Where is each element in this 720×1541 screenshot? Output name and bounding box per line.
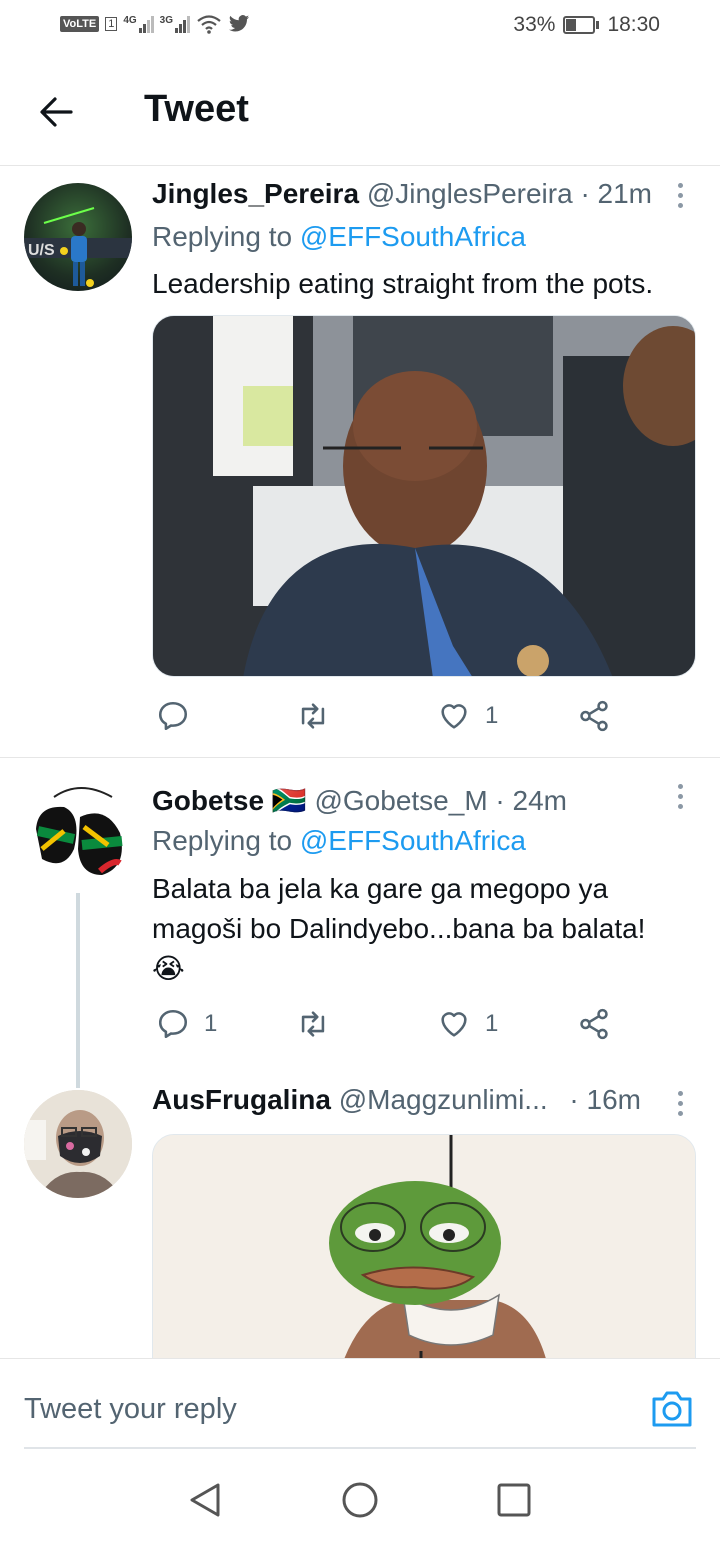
replying-to: Replying to @EFFSouthAfrica <box>152 221 526 252</box>
replying-handle-link[interactable]: @EFFSouthAfrica <box>300 221 526 252</box>
tweet-time: · 16m <box>569 1087 641 1115</box>
reply-button[interactable] <box>156 696 204 736</box>
status-bar: VoLTE 1 4G 3G 33% 18:30 <box>0 0 720 56</box>
nav-recents-button[interactable] <box>494 1480 534 1520</box>
like-count: 1 <box>485 1010 499 1037</box>
reply-button[interactable]: 1 <box>156 1004 217 1044</box>
battery-percent: 33% <box>513 13 556 36</box>
replying-to: Replying to @EFFSouthAfrica <box>152 825 526 856</box>
twitter-bird-icon <box>228 15 250 32</box>
reply-icon <box>158 701 188 731</box>
camera-icon <box>652 1391 692 1427</box>
back-triangle-icon <box>190 1483 220 1517</box>
more-options-icon[interactable] <box>674 183 686 208</box>
volte-badge: VoLTE <box>60 16 100 32</box>
like-count: 1 <box>485 702 499 729</box>
nav-home-button[interactable] <box>340 1480 380 1520</box>
tweet-actions: 1 1 <box>152 1004 622 1044</box>
reply-input[interactable]: Tweet your reply <box>24 1393 237 1426</box>
share-icon <box>580 1008 608 1040</box>
signal-sim1-icon: 4G <box>123 15 154 33</box>
more-options-icon[interactable] <box>674 1091 686 1116</box>
share-button[interactable] <box>577 1004 611 1044</box>
system-nav-bar <box>0 1450 720 1541</box>
status-right-group: 33% 18:30 <box>513 13 660 37</box>
camera-button[interactable] <box>650 1389 694 1429</box>
user-handle[interactable]: @Maggzunlimi... <box>339 1087 548 1115</box>
signal-sim2-icon: 3G <box>160 15 191 33</box>
user-handle[interactable]: @JinglesPereira <box>367 178 573 209</box>
flag-emoji: 🇿🇦 <box>271 785 307 816</box>
reply-underline <box>24 1447 696 1449</box>
avatar[interactable] <box>24 779 132 887</box>
tweet-text: Balata ba jela ka gare ga megopo ya mago… <box>152 869 697 989</box>
back-button[interactable] <box>34 90 78 134</box>
status-left-group: VoLTE 1 4G 3G <box>60 14 250 34</box>
retweet-icon <box>301 703 325 729</box>
nav-back-button[interactable] <box>186 1480 226 1520</box>
like-button[interactable]: 1 <box>437 696 498 736</box>
svg-text:U/S: U/S <box>28 242 55 259</box>
tweet-text-line: magoši bo Dalindyebo...bana ba balata! <box>152 913 646 944</box>
tweet-image[interactable] <box>152 1134 696 1358</box>
tweet-text-line: Balata ba jela ka gare ga megopo ya <box>152 873 609 904</box>
app-header: Tweet <box>0 56 720 166</box>
more-options-icon[interactable] <box>674 784 686 809</box>
tweet-header: Gobetse 🇿🇦 @Gobetse_M · 24m <box>152 784 690 817</box>
reply-icon <box>158 1009 188 1039</box>
tweet-image[interactable] <box>152 315 696 677</box>
reply-composer: Tweet your reply <box>0 1358 720 1450</box>
like-button[interactable]: 1 <box>437 1004 498 1044</box>
crying-emoji: 😭 <box>152 953 185 984</box>
battery-icon <box>563 16 600 34</box>
retweet-button[interactable] <box>296 1004 344 1044</box>
share-icon <box>580 700 608 732</box>
wifi-icon <box>197 15 221 34</box>
avatar[interactable]: U/S <box>24 183 132 291</box>
tweet-card[interactable]: Gobetse 🇿🇦 @Gobetse_M · 24m Replying to … <box>0 757 720 1087</box>
heart-icon <box>441 1012 467 1037</box>
reply-count: 1 <box>204 1010 218 1037</box>
home-circle-icon <box>342 1482 378 1518</box>
tweet-time: · 24m <box>495 785 567 816</box>
recents-square-icon <box>497 1483 531 1517</box>
tweet-actions: 1 <box>152 696 622 736</box>
arrow-left-icon <box>40 97 73 127</box>
avatar[interactable] <box>24 1090 132 1198</box>
tweet-time: · 21m <box>580 178 653 209</box>
replying-handle-link[interactable]: @EFFSouthAfrica <box>300 825 526 856</box>
tweet-header: Jingles_Pereira @JinglesPereira · 21m <box>152 178 690 210</box>
clock: 18:30 <box>607 13 660 36</box>
display-name[interactable]: Jingles_Pereira <box>152 178 359 209</box>
share-button[interactable] <box>577 696 611 736</box>
heart-icon <box>441 704 467 729</box>
retweet-icon <box>301 1011 325 1037</box>
retweet-button[interactable] <box>296 696 344 736</box>
page-title: Tweet <box>144 88 249 130</box>
display-name[interactable]: Gobetse <box>152 785 264 816</box>
user-handle[interactable]: @Gobetse_M <box>314 785 487 816</box>
sim-number: 1 <box>105 17 118 31</box>
tweet-text: Leadership eating straight from the pots… <box>152 268 654 299</box>
display-name[interactable]: AusFrugalina <box>152 1087 331 1115</box>
tweet-card[interactable]: AusFrugalina @Maggzunlimi... · 16m <box>0 1087 720 1358</box>
tweet-header: AusFrugalina @Maggzunlimi... · 16m <box>152 1087 690 1116</box>
tweet-card[interactable]: U/S Jingles_Pereira @JinglesPereira · 21… <box>0 166 720 756</box>
